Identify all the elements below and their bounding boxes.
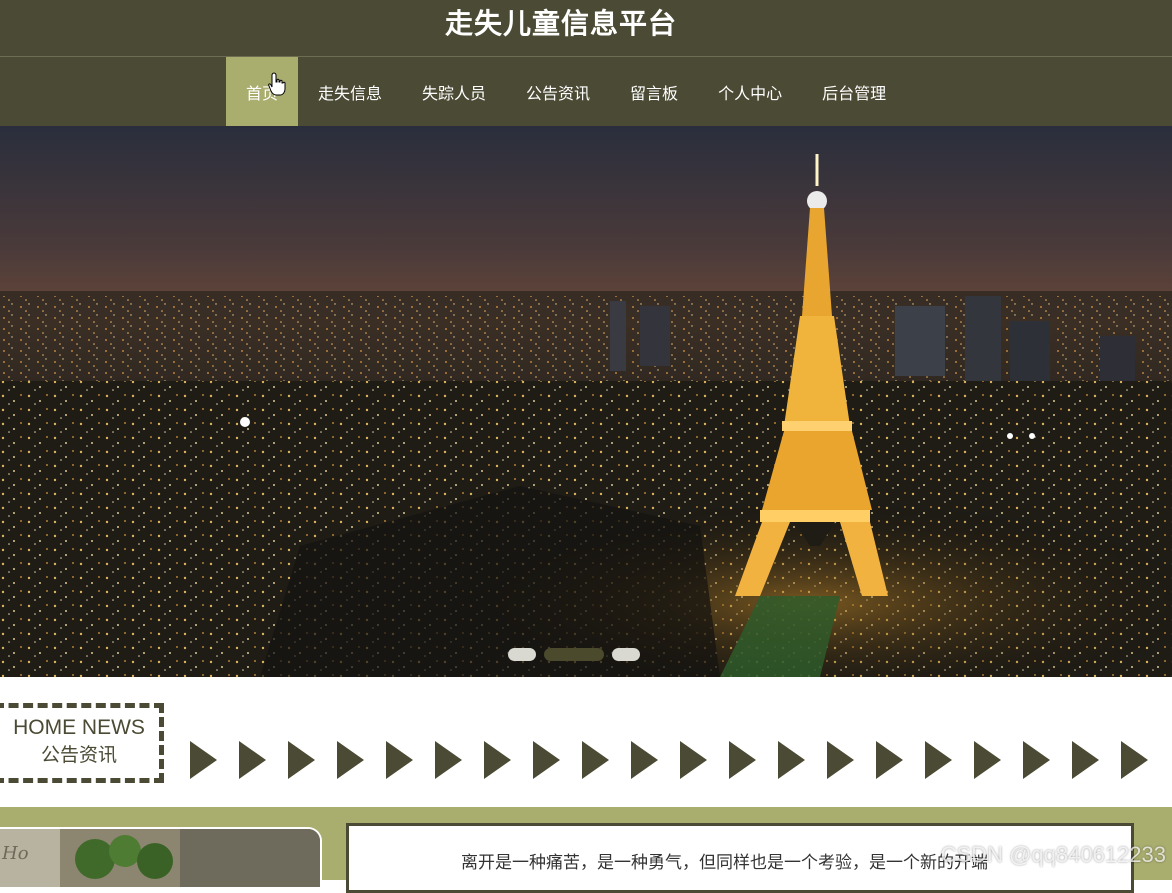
- arrow-right-icon: [484, 741, 511, 779]
- watermark-text: CSDN @qq840612233: [940, 842, 1166, 867]
- arrow-right-icon: [288, 741, 315, 779]
- arrow-right-icon: [680, 741, 707, 779]
- news-section: HOME NEWS 公告资讯: [0, 677, 1172, 807]
- arrow-right-icon: [435, 741, 462, 779]
- news-heading-box[interactable]: HOME NEWS 公告资讯: [0, 703, 164, 783]
- arrow-right-icon: [190, 741, 217, 779]
- news-heading-cn: 公告资讯: [40, 744, 117, 766]
- slider-dot-1[interactable]: [508, 648, 536, 661]
- nav-item-admin[interactable]: 后台管理: [802, 57, 906, 127]
- arrow-right-icon: [337, 741, 364, 779]
- nav-item-announcements[interactable]: 公告资讯: [506, 57, 610, 127]
- arrow-right-icon: [876, 741, 903, 779]
- hand-cursor-icon: [268, 72, 286, 96]
- content-thumbnail-image: Ho: [0, 827, 322, 887]
- news-heading-en: HOME NEWS: [13, 716, 145, 739]
- arrow-right-icon: [533, 741, 560, 779]
- site-title: 走失儿童信息平台: [444, 7, 677, 40]
- arrow-right-icon: [1072, 741, 1099, 779]
- arrow-right-icon: [925, 741, 952, 779]
- main-nav: 首页 走失信息 失踪人员 公告资讯 留言板 个人中心 后台管理: [0, 56, 1172, 127]
- hero-banner: [0, 126, 1172, 677]
- svg-text:Ho: Ho: [1, 843, 29, 864]
- nav-item-message-board[interactable]: 留言板: [610, 57, 698, 127]
- arrow-right-icon: [582, 741, 609, 779]
- arrow-right-icon: [1023, 741, 1050, 779]
- arrow-right-icon: [827, 741, 854, 779]
- site-header: 走失儿童信息平台: [0, 0, 1172, 56]
- arrow-right-icon: [729, 741, 756, 779]
- arrow-right-icon: [239, 741, 266, 779]
- nav-item-missing-info[interactable]: 走失信息: [298, 57, 402, 127]
- arrow-right-icon: [386, 741, 413, 779]
- nav-item-missing-persons[interactable]: 失踪人员: [402, 57, 506, 127]
- arrow-right-icon: [1121, 741, 1148, 779]
- slider-dot-2[interactable]: [544, 648, 604, 661]
- nav-list: 首页 走失信息 失踪人员 公告资讯 留言板 个人中心 后台管理: [226, 57, 906, 127]
- arrow-right-icon: [778, 741, 805, 779]
- nav-item-home[interactable]: 首页: [226, 57, 298, 127]
- decorative-arrow-row: [190, 741, 1148, 781]
- banner-image-eiffel-tower-night: [0, 126, 1172, 677]
- arrow-right-icon: [974, 741, 1001, 779]
- content-text: 离开是一种痛苦，是一种勇气，但同样也是一个考验，是一个新的开端: [461, 853, 988, 873]
- slider-dot-3[interactable]: [612, 648, 640, 661]
- nav-item-personal-center[interactable]: 个人中心: [698, 57, 802, 127]
- slider-dots: [508, 648, 640, 661]
- arrow-right-icon: [631, 741, 658, 779]
